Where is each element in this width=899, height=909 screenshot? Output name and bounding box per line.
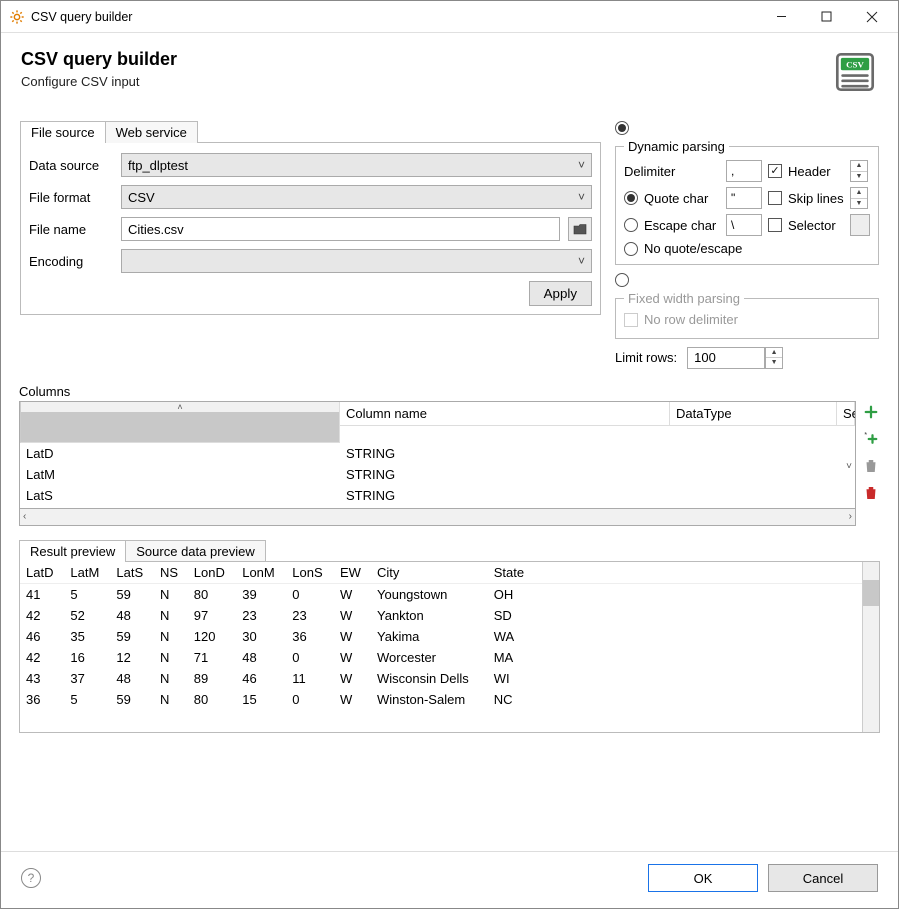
preview-scrollbar[interactable]: [862, 562, 879, 732]
escape-char-radio[interactable]: [624, 218, 638, 232]
file-name-input[interactable]: Cities.csv: [121, 217, 560, 241]
limit-rows-input[interactable]: 100: [687, 347, 765, 369]
svg-text:*: *: [864, 430, 867, 439]
delimiter-input[interactable]: ,: [726, 160, 762, 182]
file-format-select[interactable]: CSV: [121, 185, 592, 209]
cancel-button[interactable]: Cancel: [768, 864, 878, 892]
table-row[interactable]: 433748N894611WWisconsin DellsWI: [20, 668, 879, 689]
quote-char-input[interactable]: ": [726, 187, 762, 209]
columns-scrollbar-thumb[interactable]: [21, 412, 339, 442]
preview-column-header: LatS: [110, 562, 154, 584]
source-tabs: File source Web service: [20, 121, 601, 143]
header-checkbox[interactable]: [768, 164, 782, 178]
preview-column-header: LonD: [188, 562, 236, 584]
add-column-button[interactable]: [862, 403, 880, 424]
data-source-label: Data source: [29, 158, 113, 173]
file-name-label: File name: [29, 222, 113, 237]
columns-hscrollbar[interactable]: ‹›: [19, 509, 856, 526]
preview-column-header: State: [488, 562, 536, 584]
add-star-column-button[interactable]: *: [862, 430, 880, 451]
preview-column-header: LatM: [64, 562, 110, 584]
columns-header-name: Column name: [340, 402, 670, 426]
limit-rows-label: Limit rows:: [615, 350, 677, 365]
window-close-button[interactable]: [849, 2, 894, 32]
table-row[interactable]: 463559N1203036WYakimaWA: [20, 626, 879, 647]
browse-file-button[interactable]: [568, 217, 592, 241]
escape-char-input[interactable]: \: [726, 214, 762, 236]
help-button[interactable]: ?: [21, 868, 41, 888]
skip-lines-spinner[interactable]: ▲▼: [850, 187, 868, 209]
ok-button[interactable]: OK: [648, 864, 758, 892]
table-row[interactable]: LatSSTRING: [20, 485, 855, 506]
tab-source-preview[interactable]: Source data preview: [126, 540, 266, 562]
delimiter-label: Delimiter: [624, 164, 720, 179]
folder-icon: [573, 223, 587, 235]
window-titlebar: CSV query builder: [1, 1, 898, 33]
app-icon: [9, 9, 25, 25]
table-row[interactable]: LatDSTRING: [20, 443, 855, 464]
header-spinner[interactable]: ▲▼: [850, 160, 868, 182]
columns-section-label: Columns: [19, 384, 880, 399]
no-row-delimiter-label: No row delimiter: [644, 312, 738, 327]
limit-rows-spinner[interactable]: ▲▼: [765, 347, 783, 369]
data-source-select[interactable]: ftp_dlptest: [121, 153, 592, 177]
fixed-width-legend: Fixed width parsing: [624, 291, 744, 306]
window-maximize-button[interactable]: [804, 2, 849, 32]
preview-column-header: EW: [334, 562, 371, 584]
quote-char-label: Quote char: [644, 191, 708, 206]
header-label: Header: [788, 164, 831, 179]
columns-header-type: DataType: [670, 402, 837, 426]
table-row[interactable]: 425248N972323WYanktonSD: [20, 605, 879, 626]
quote-char-radio[interactable]: [624, 191, 638, 205]
fixed-width-radio[interactable]: [615, 273, 629, 287]
dynamic-parsing-legend: Dynamic parsing: [624, 139, 729, 154]
tab-file-source[interactable]: File source: [20, 121, 106, 143]
preview-column-header: City: [371, 562, 488, 584]
window-title: CSV query builder: [31, 10, 759, 24]
dynamic-parsing-radio[interactable]: [615, 121, 629, 135]
delete-all-columns-button[interactable]: [862, 484, 880, 505]
table-row[interactable]: LatMSTRING: [20, 464, 855, 485]
preview-column-header: LatD: [20, 562, 64, 584]
columns-table[interactable]: Column name DataType Selector ˄ LatDSTRI…: [19, 401, 856, 509]
columns-header-selector: Selector: [837, 402, 855, 426]
page-title: CSV query builder: [21, 49, 832, 70]
chevron-down-icon[interactable]: ˅: [846, 461, 852, 472]
encoding-label: Encoding: [29, 254, 113, 269]
file-format-label: File format: [29, 190, 113, 205]
no-row-delimiter-checkbox: [624, 313, 638, 327]
tab-result-preview[interactable]: Result preview: [19, 540, 126, 562]
escape-char-label: Escape char: [644, 218, 716, 233]
preview-column-header: LonS: [286, 562, 334, 584]
selector-checkbox[interactable]: [768, 218, 782, 232]
window-minimize-button[interactable]: [759, 2, 804, 32]
encoding-select[interactable]: [121, 249, 592, 273]
delete-column-button[interactable]: [862, 457, 880, 478]
table-row[interactable]: 36559N80150WWinston-SalemNC: [20, 689, 879, 710]
skip-lines-checkbox[interactable]: [768, 191, 782, 205]
tab-web-service[interactable]: Web service: [106, 121, 198, 143]
svg-text:CSV: CSV: [846, 60, 864, 70]
preview-column-header: LonM: [236, 562, 286, 584]
result-preview-table[interactable]: LatDLatMLatSNSLonDLonMLonSEWCityState 41…: [19, 561, 880, 733]
no-quote-escape-label: No quote/escape: [644, 241, 742, 256]
preview-column-header: NS: [154, 562, 188, 584]
no-quote-escape-radio[interactable]: [624, 242, 638, 256]
apply-button[interactable]: Apply: [529, 281, 592, 306]
table-row[interactable]: 41559N80390WYoungstownOH: [20, 583, 879, 605]
selector-input[interactable]: [850, 214, 870, 236]
selector-label: Selector: [788, 218, 836, 233]
csv-badge-icon: CSV: [832, 49, 878, 98]
table-row[interactable]: 421612N71480WWorcesterMA: [20, 647, 879, 668]
page-subtitle: Configure CSV input: [21, 74, 832, 89]
skip-lines-label: Skip lines: [788, 191, 844, 206]
